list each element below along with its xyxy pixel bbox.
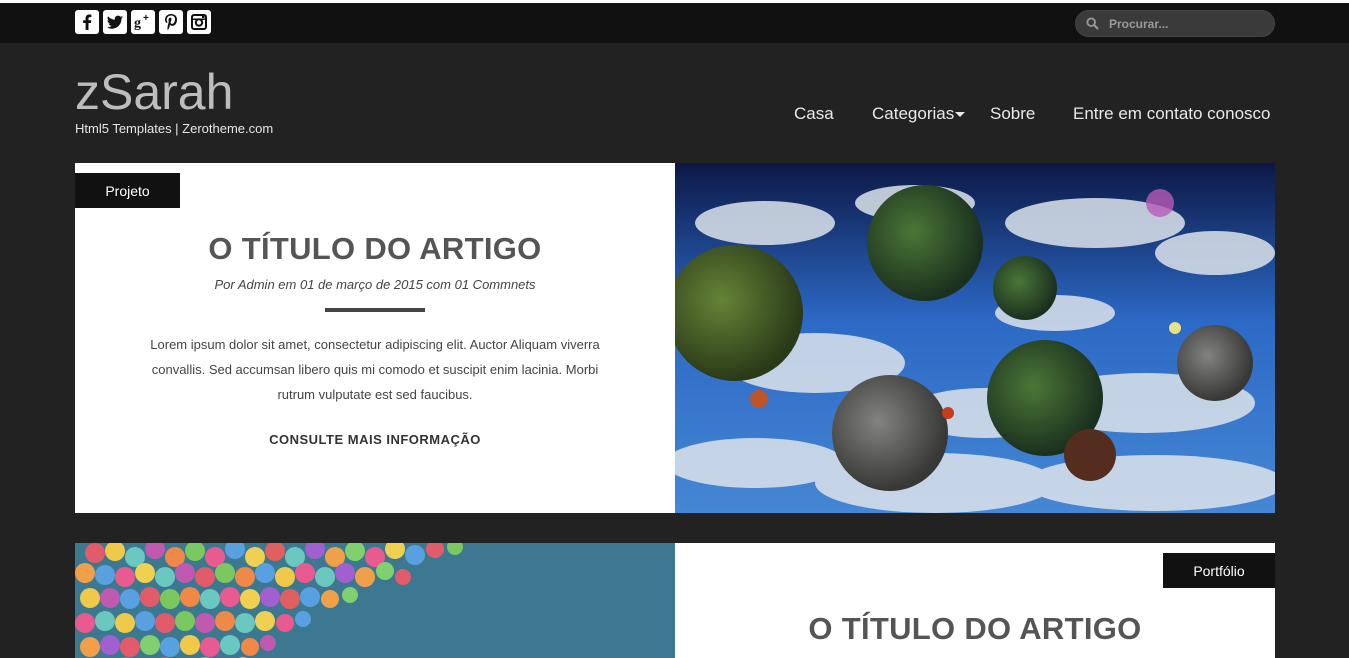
search-box[interactable] [1075, 10, 1275, 37]
svg-text:+: + [143, 13, 149, 24]
logo-title[interactable]: zSarah [75, 62, 273, 122]
site-logo[interactable]: zSarah Html5 Templates | Zerotheme.com [75, 62, 273, 136]
divider [325, 308, 425, 312]
post-title[interactable]: O TÍTULO DO ARTIGO [75, 231, 675, 267]
search-input[interactable] [1109, 15, 1269, 33]
floating-planets-image[interactable] [675, 163, 1275, 513]
category-tag[interactable]: Projeto [75, 173, 180, 208]
post-text: Portfólio O TÍTULO DO ARTIGO [675, 543, 1275, 658]
logo-subtitle: Html5 Templates | Zerotheme.com [75, 121, 274, 136]
post-excerpt: Lorem ipsum dolor sit amet, consectetur … [150, 337, 600, 402]
nav-item-sobre[interactable]: Sobre [990, 104, 1035, 124]
post-text: Projeto O TÍTULO DO ARTIGO Por Admin em … [75, 163, 675, 513]
social-links: g + [75, 10, 211, 34]
category-tag[interactable]: Portfólio [1163, 553, 1275, 588]
pinterest-icon[interactable] [159, 10, 183, 34]
post-card: Portfólio O TÍTULO DO ARTIGO [75, 543, 1275, 658]
googleplus-icon[interactable]: g + [131, 10, 155, 34]
top-bar: g + [0, 3, 1349, 43]
post-meta: Por Admin em 01 de março de 2015 com 01 … [214, 277, 536, 292]
read-more-link[interactable]: CONSULTE MAIS INFORMAÇÃO [75, 432, 675, 447]
search-icon [1086, 17, 1099, 30]
chevron-down-icon[interactable] [955, 112, 965, 117]
post-title[interactable]: O TÍTULO DO ARTIGO [675, 611, 1275, 647]
facebook-icon[interactable] [75, 10, 99, 34]
nav-item-contato[interactable]: Entre em contato conosco [1073, 104, 1271, 124]
instagram-icon[interactable] [187, 10, 211, 34]
post-card: Projeto O TÍTULO DO ARTIGO Por Admin em … [75, 163, 1275, 513]
twitter-icon[interactable] [103, 10, 127, 34]
nav-item-casa[interactable]: Casa [794, 104, 834, 124]
nav-item-categorias[interactable]: Categorias [872, 104, 954, 124]
balloons-image[interactable] [75, 543, 675, 658]
svg-text:g: g [134, 16, 141, 31]
